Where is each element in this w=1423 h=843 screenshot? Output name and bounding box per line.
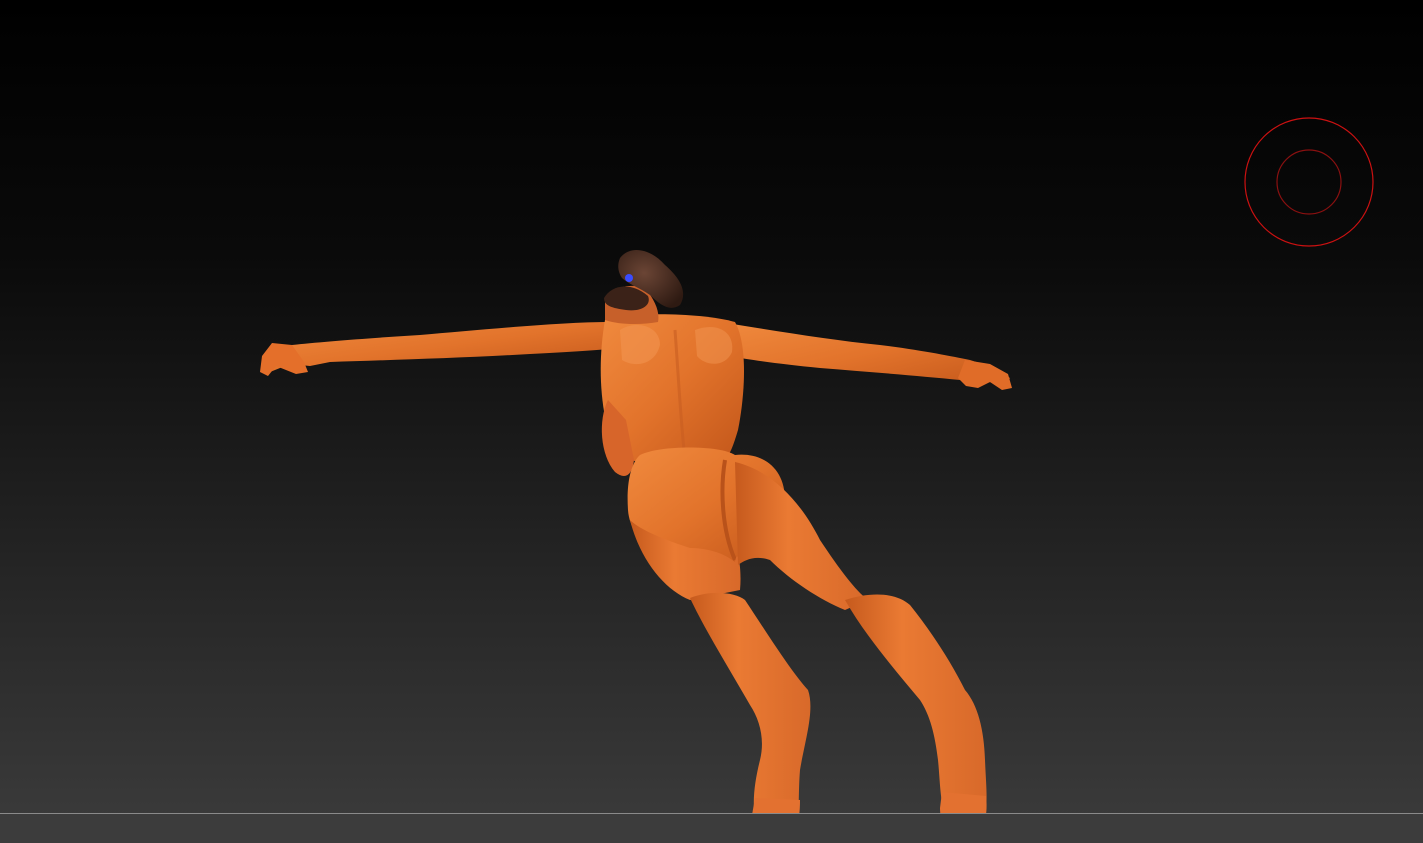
model-ear-marker	[625, 274, 633, 282]
3d-viewport[interactable]	[0, 0, 1423, 843]
ground-line	[0, 813, 1423, 814]
viewport-canvas[interactable]	[0, 0, 1423, 843]
ground-plane	[0, 814, 1423, 843]
